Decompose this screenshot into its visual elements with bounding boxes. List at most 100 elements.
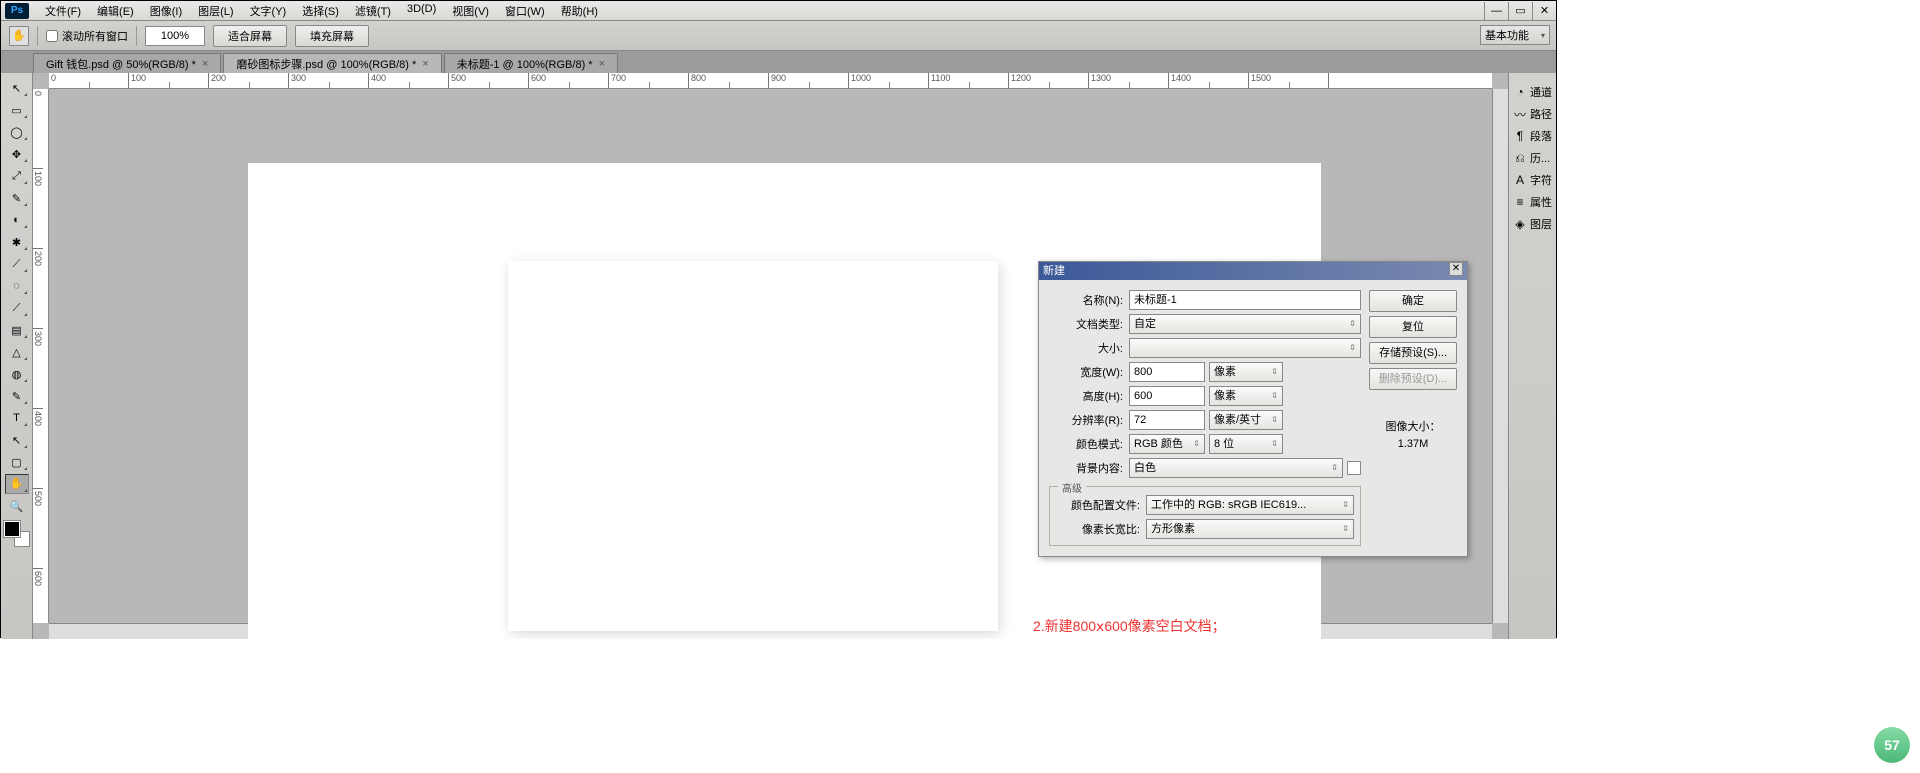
- size-label: 大小:: [1049, 340, 1129, 356]
- bg-color-swatch[interactable]: [1347, 461, 1361, 475]
- dialog-form: 名称(N): 未标题-1 文档类型: 自定⇳ 大小:: [1049, 290, 1361, 546]
- history-brush-tool[interactable]: ◌: [5, 276, 29, 296]
- history-icon: ⎌: [1513, 151, 1527, 165]
- window-controls: — ▭ ✕: [1484, 2, 1556, 20]
- res-unit-select[interactable]: 像素/英寸⇳: [1209, 410, 1283, 430]
- separator: [37, 26, 38, 46]
- delete-preset-button: 删除预设(D)...: [1369, 368, 1457, 390]
- bits-select[interactable]: 8 位⇳: [1209, 434, 1283, 454]
- aspect-select[interactable]: 方形像素⇳: [1146, 519, 1354, 539]
- menu-3d[interactable]: 3D(D): [399, 1, 444, 21]
- dodge-tool[interactable]: ◍: [5, 364, 29, 384]
- dialog-titlebar[interactable]: 新建 ✕: [1039, 262, 1467, 280]
- path-tool[interactable]: ↖: [5, 430, 29, 450]
- menu-type[interactable]: 文字(Y): [242, 1, 295, 21]
- chevron-icon: ⇳: [1193, 435, 1200, 453]
- crop-tool[interactable]: ⤢: [5, 166, 29, 186]
- hand-tool[interactable]: ✋: [5, 474, 29, 494]
- color-swatches[interactable]: [4, 521, 30, 547]
- new-dialog: 新建 ✕ 名称(N): 未标题-1 文档类型: 自: [1038, 261, 1468, 557]
- dialog-close-icon[interactable]: ✕: [1449, 262, 1463, 276]
- panel-history[interactable]: ⎌历...: [1509, 147, 1556, 169]
- panel-channels[interactable]: ◔通道: [1509, 81, 1556, 103]
- height-unit-select[interactable]: 像素⇳: [1209, 386, 1283, 406]
- tab-close-icon[interactable]: ×: [599, 58, 605, 70]
- name-input[interactable]: 未标题-1: [1129, 290, 1361, 310]
- paragraph-icon: ¶: [1513, 129, 1527, 143]
- menu-view[interactable]: 视图(V): [444, 1, 497, 21]
- right-panel: ◔通道 〰路径 ¶段落 ⎌历... A字符 ≡属性 ◈图层: [1508, 73, 1556, 639]
- eyedropper-tool[interactable]: ✎: [5, 188, 29, 208]
- menu-edit[interactable]: 编辑(E): [89, 1, 142, 21]
- wand-tool[interactable]: ✥: [5, 144, 29, 164]
- chevron-icon: ⇳: [1342, 520, 1349, 538]
- profile-select[interactable]: 工作中的 RGB: sRGB IEC619...⇳: [1146, 495, 1354, 515]
- res-input[interactable]: 72: [1129, 410, 1205, 430]
- menu-window[interactable]: 窗口(W): [497, 1, 553, 21]
- menu-layer[interactable]: 图层(L): [190, 1, 241, 21]
- save-preset-button[interactable]: 存储预设(S)...: [1369, 342, 1457, 364]
- mode-select[interactable]: RGB 颜色⇳: [1129, 434, 1205, 454]
- hand-tool-icon[interactable]: ✋: [9, 26, 29, 46]
- close-button[interactable]: ✕: [1532, 2, 1556, 20]
- panel-paragraph[interactable]: ¶段落: [1509, 125, 1556, 147]
- heal-tool[interactable]: ◐: [5, 210, 29, 230]
- bg-label: 背景内容:: [1049, 460, 1129, 476]
- scrollbar-vertical[interactable]: [1492, 89, 1508, 623]
- panel-character[interactable]: A字符: [1509, 169, 1556, 191]
- doc-tab-3[interactable]: 未标题-1 @ 100%(RGB/8) * ×: [444, 53, 618, 73]
- panel-paths[interactable]: 〰路径: [1509, 103, 1556, 125]
- height-input[interactable]: 600: [1129, 386, 1205, 406]
- type-tool[interactable]: T: [5, 408, 29, 428]
- main-menu: 文件(F) 编辑(E) 图像(I) 图层(L) 文字(Y) 选择(S) 滤镜(T…: [37, 1, 606, 21]
- width-input[interactable]: 800: [1129, 362, 1205, 382]
- menu-image[interactable]: 图像(I): [142, 1, 190, 21]
- reset-button[interactable]: 复位: [1369, 316, 1457, 338]
- workspace-label: 基本功能: [1485, 27, 1529, 43]
- move-tool[interactable]: ↖: [5, 78, 29, 98]
- zoom-input[interactable]: 100%: [145, 26, 205, 46]
- pen-tool[interactable]: ✎: [5, 386, 29, 406]
- canvas-area: 0100200300 400500600700 80090010001100 1…: [33, 73, 1508, 639]
- shape-tool[interactable]: ▢: [5, 452, 29, 472]
- menu-filter[interactable]: 滤镜(T): [347, 1, 399, 21]
- img-size-label: 图像大小：: [1369, 418, 1457, 434]
- preset-label: 文档类型:: [1049, 316, 1129, 332]
- width-unit-select[interactable]: 像素⇳: [1209, 362, 1283, 382]
- doc-tab-2[interactable]: 磨砂图标步骤.psd @ 100%(RGB/8) * ×: [223, 53, 441, 73]
- menu-select[interactable]: 选择(S): [294, 1, 347, 21]
- fit-screen-button[interactable]: 适合屏幕: [213, 25, 287, 47]
- zoom-tool[interactable]: 🔍: [5, 496, 29, 516]
- maximize-button[interactable]: ▭: [1508, 2, 1532, 20]
- brush-tool[interactable]: ✱: [5, 232, 29, 252]
- bg-select[interactable]: 白色⇳: [1129, 458, 1343, 478]
- panel-properties[interactable]: ≡属性: [1509, 191, 1556, 213]
- blur-tool[interactable]: △: [5, 342, 29, 362]
- chevron-down-icon: ▾: [1541, 31, 1545, 40]
- scroll-all-checkbox[interactable]: 滚动所有窗口: [46, 28, 128, 44]
- ok-button[interactable]: 确定: [1369, 290, 1457, 312]
- lasso-tool[interactable]: ◯: [5, 122, 29, 142]
- tab-close-icon[interactable]: ×: [202, 58, 208, 70]
- main-area: ↖ ▭ ◯ ✥ ⤢ ✎ ◐ ✱ ⟋ ◌ ⟋ ▤ △ ◍ ✎ T ↖ ▢ ✋ 🔍: [1, 73, 1556, 639]
- eraser-tool[interactable]: ⟋: [5, 298, 29, 318]
- size-select[interactable]: ⇳: [1129, 338, 1361, 358]
- scroll-all-input[interactable]: [46, 30, 58, 42]
- panel-layers[interactable]: ◈图层: [1509, 213, 1556, 235]
- chevron-icon: ⇳: [1342, 496, 1349, 514]
- marquee-tool[interactable]: ▭: [5, 100, 29, 120]
- gradient-tool[interactable]: ▤: [5, 320, 29, 340]
- tab-close-icon[interactable]: ×: [422, 58, 428, 70]
- stamp-tool[interactable]: ⟋: [5, 254, 29, 274]
- document-canvas[interactable]: ▲ 效果展示 2.新建800ⅹ600像素空白文档； 新建 ✕ 名称(N): 未标…: [248, 163, 1321, 639]
- workspace-selector[interactable]: 基本功能 ▾: [1480, 25, 1550, 45]
- fill-screen-button[interactable]: 填充屏幕: [295, 25, 369, 47]
- menu-file[interactable]: 文件(F): [37, 1, 89, 21]
- foreground-color[interactable]: [4, 521, 20, 537]
- app-window: Ps 文件(F) 编辑(E) 图像(I) 图层(L) 文字(Y) 选择(S) 滤…: [0, 0, 1557, 638]
- preset-select[interactable]: 自定⇳: [1129, 314, 1361, 334]
- chevron-icon: ⇳: [1331, 459, 1338, 477]
- doc-tab-1[interactable]: Gift 钱包.psd @ 50%(RGB/8) * ×: [33, 53, 221, 73]
- menu-help[interactable]: 帮助(H): [553, 1, 606, 21]
- minimize-button[interactable]: —: [1484, 2, 1508, 20]
